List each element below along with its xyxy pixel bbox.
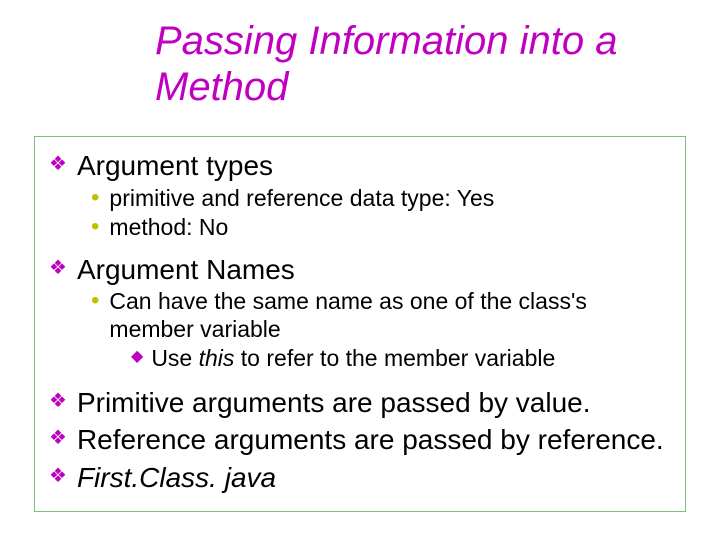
lvl3-pre: Use bbox=[151, 345, 198, 371]
bullet-lvl3: ◆ Use this to refer to the member variab… bbox=[131, 345, 671, 372]
lvl2-text: method: No bbox=[109, 214, 228, 241]
bullet-lvl1: ❖ Reference arguments are passed by refe… bbox=[49, 423, 671, 457]
lvl3-post: to refer to the member variable bbox=[234, 345, 555, 371]
lvl3-keyword: this bbox=[199, 345, 235, 371]
bullet-lvl1: ❖ First.Class. java bbox=[49, 461, 671, 495]
content-box: ❖ Argument types • primitive and referen… bbox=[34, 136, 686, 512]
lvl3-text: Use this to refer to the member variable bbox=[151, 345, 555, 372]
diamond-bullet-icon: ❖ bbox=[49, 386, 67, 416]
lvl1-text: Primitive arguments are passed by value. bbox=[77, 386, 591, 420]
bullet-lvl1: ❖ Primitive arguments are passed by valu… bbox=[49, 386, 671, 420]
lvl1-italic-text: First.Class. java bbox=[77, 462, 276, 493]
bullet-lvl1: ❖ Argument Names bbox=[49, 253, 671, 287]
square-bullet-icon: ◆ bbox=[131, 345, 143, 369]
bullet-lvl2: • primitive and reference data type: Yes bbox=[91, 185, 671, 212]
diamond-bullet-icon: ❖ bbox=[49, 149, 67, 179]
lvl2-text: primitive and reference data type: Yes bbox=[109, 185, 494, 212]
dot-bullet-icon: • bbox=[91, 185, 99, 211]
bullet-lvl2: • Can have the same name as one of the c… bbox=[91, 288, 671, 342]
diamond-bullet-icon: ❖ bbox=[49, 253, 67, 283]
lvl2-text: Can have the same name as one of the cla… bbox=[109, 288, 671, 342]
slide: Passing Information into a Method ❖ Argu… bbox=[0, 0, 720, 540]
lvl1-text: Argument types bbox=[77, 149, 273, 183]
lvl1-text: Argument Names bbox=[77, 253, 295, 287]
bullet-lvl1: ❖ Argument types bbox=[49, 149, 671, 183]
diamond-bullet-icon: ❖ bbox=[49, 423, 67, 453]
dot-bullet-icon: • bbox=[91, 214, 99, 240]
lvl1-text: First.Class. java bbox=[77, 461, 276, 495]
bullet-lvl2: • method: No bbox=[91, 214, 671, 241]
diamond-bullet-icon: ❖ bbox=[49, 461, 67, 491]
dot-bullet-icon: • bbox=[91, 288, 99, 314]
lvl1-text: Reference arguments are passed by refere… bbox=[77, 423, 664, 457]
slide-title: Passing Information into a Method bbox=[155, 18, 675, 110]
